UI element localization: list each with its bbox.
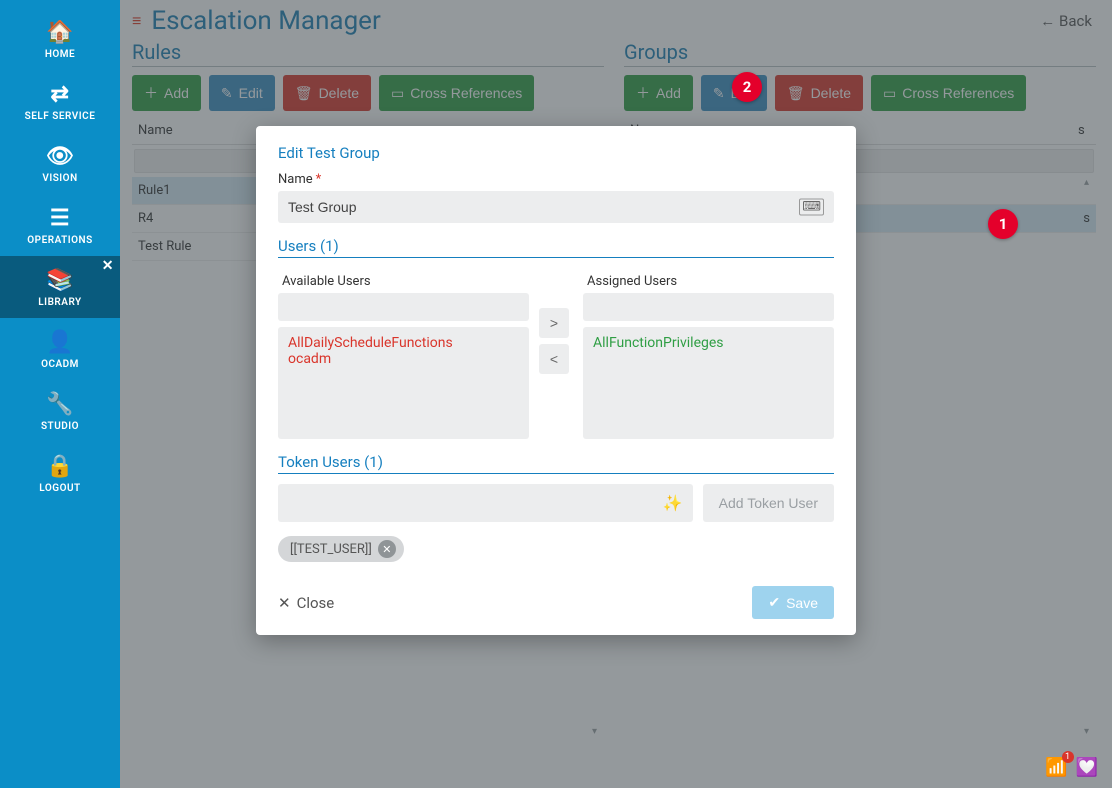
- list-icon: ☰: [0, 206, 120, 231]
- sidebar-item-label: OPERATIONS: [0, 235, 120, 246]
- swap-icon: ⇄: [0, 82, 120, 107]
- available-users-column: Available Users AllDailyScheduleFunction…: [278, 268, 529, 439]
- token-chip: [[TEST_USER]] ✕: [278, 536, 404, 562]
- sidebar-item-label: LIBRARY: [0, 297, 120, 308]
- sidebar-item-vision[interactable]: 👁 VISION: [0, 132, 120, 194]
- sidebar-item-label: VISION: [0, 173, 120, 184]
- sidebar-item-label: HOME: [0, 49, 120, 60]
- home-icon: 🏠: [0, 20, 120, 45]
- wand-icon[interactable]: ✨: [663, 494, 683, 513]
- group-name-input[interactable]: [278, 191, 834, 223]
- transfer-buttons: > <: [539, 308, 573, 439]
- sidebar-item-self-service[interactable]: ⇄ SELF SERVICE: [0, 70, 120, 132]
- sidebar-item-operations[interactable]: ☰ OPERATIONS: [0, 194, 120, 256]
- sidebar-item-label: LOGOUT: [0, 483, 120, 494]
- available-search-input[interactable]: [278, 293, 529, 321]
- sidebar-item-label: SELF SERVICE: [0, 111, 120, 122]
- assigned-search-input[interactable]: [583, 293, 834, 321]
- annotation-badge-2: 2: [732, 72, 762, 102]
- close-icon: ✕: [278, 594, 291, 612]
- sidebar-item-ocadm[interactable]: 👤 OCADM: [0, 318, 120, 380]
- list-item[interactable]: AllFunctionPrivileges: [593, 335, 824, 351]
- required-asterisk: *: [316, 172, 322, 187]
- assigned-users-column: Assigned Users AllFunctionPrivileges: [583, 268, 834, 439]
- wrench-icon: 🔧: [0, 392, 120, 417]
- contact-icon[interactable]: ⌨: [799, 199, 824, 216]
- close-icon[interactable]: ✕: [102, 258, 114, 274]
- sidebar-item-logout[interactable]: 🔒 LOGOUT: [0, 442, 120, 504]
- sidebar-item-home[interactable]: 🏠 HOME: [0, 8, 120, 70]
- available-label: Available Users: [282, 274, 529, 289]
- token-section-title: Token Users (1): [278, 453, 834, 474]
- name-label: Name *: [278, 172, 834, 187]
- assigned-label: Assigned Users: [587, 274, 834, 289]
- button-label: Close: [297, 594, 335, 612]
- user-icon: 👤: [0, 330, 120, 355]
- label-text: Name: [278, 172, 313, 187]
- footer-notifications: 📶1 💟: [1045, 757, 1098, 778]
- move-left-button[interactable]: <: [539, 344, 569, 374]
- move-right-button[interactable]: >: [539, 308, 569, 338]
- chip-label: [[TEST_USER]]: [290, 542, 372, 557]
- edit-group-modal: Edit Test Group Name * ⌨ Users (1) Avail…: [256, 126, 856, 635]
- users-section-title: Users (1): [278, 237, 834, 258]
- sidebar-item-library[interactable]: ✕ 📚 LIBRARY: [0, 256, 120, 318]
- add-token-user-button[interactable]: Add Token User: [703, 484, 834, 522]
- sidebar: 🏠 HOME ⇄ SELF SERVICE 👁 VISION ☰ OPERATI…: [0, 0, 120, 788]
- remove-chip-icon[interactable]: ✕: [378, 540, 396, 558]
- modal-title: Edit Test Group: [278, 144, 834, 162]
- rss-icon[interactable]: 📶1: [1045, 757, 1067, 778]
- save-button[interactable]: ✔ Save: [752, 586, 834, 619]
- heartbeat-icon[interactable]: 💟: [1076, 757, 1098, 778]
- sidebar-item-label: OCADM: [0, 359, 120, 370]
- eye-icon: 👁: [0, 144, 120, 169]
- token-input[interactable]: [278, 484, 693, 522]
- sidebar-item-label: STUDIO: [0, 421, 120, 432]
- available-users-list[interactable]: AllDailyScheduleFunctions ocadm: [278, 327, 529, 439]
- lock-icon: 🔒: [0, 454, 120, 479]
- check-icon: ✔: [768, 594, 780, 611]
- assigned-users-list[interactable]: AllFunctionPrivileges: [583, 327, 834, 439]
- button-label: Save: [786, 595, 818, 611]
- rss-badge: 1: [1062, 751, 1074, 763]
- list-item[interactable]: ocadm: [288, 351, 519, 367]
- list-item[interactable]: AllDailyScheduleFunctions: [288, 335, 519, 351]
- annotation-badge-1: 1: [988, 209, 1018, 239]
- close-button[interactable]: ✕ Close: [278, 594, 334, 612]
- sidebar-item-studio[interactable]: 🔧 STUDIO: [0, 380, 120, 442]
